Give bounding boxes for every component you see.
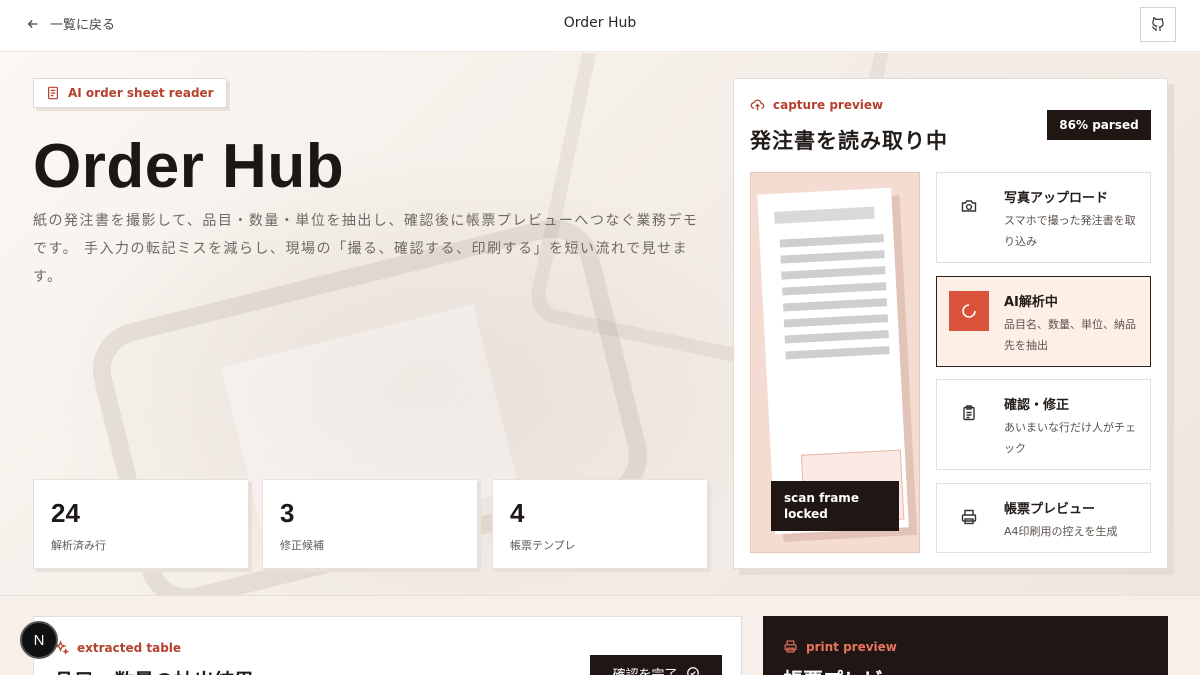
print-title: 帳票プレビュー [783, 664, 923, 675]
step-title: AI解析中 [1004, 295, 1058, 310]
hero-pill-label: AI order sheet reader [33, 78, 227, 108]
stat-label: 解析済み行 [51, 539, 106, 552]
step-form-preview[interactable]: 帳票プレビュー A4印刷用の控えを生成 [936, 483, 1151, 553]
step-description: スマホで撮った発注書を取り込み [1004, 214, 1136, 248]
check-circle-icon [686, 667, 699, 675]
capture-preview-card: capture preview 発注書を読み取り中 86% parsed sca… [733, 78, 1168, 569]
results-section: extracted table 品目・数量の抽出結果 確認を完了 print p… [0, 595, 1200, 675]
extracted-table-card: extracted table 品目・数量の抽出結果 確認を完了 [33, 616, 742, 675]
clipboard-icon [951, 395, 987, 431]
print-eyebrow: print preview [783, 639, 897, 654]
step-title: 写真アップロード [1004, 191, 1109, 206]
parse-progress-badge: 86% parsed [1047, 110, 1151, 140]
complete-review-label: 確認を完了 [612, 667, 678, 675]
spinner-icon [949, 291, 989, 331]
dev-tools-badge[interactable]: N [20, 621, 58, 659]
stat-value: 3 [280, 498, 295, 528]
sheet-header-line [774, 206, 875, 224]
top-bar: 一覧に戻る Order Hub [0, 0, 1200, 52]
capture-title: 発注書を読み取り中 [750, 129, 948, 153]
pill-text: AI order sheet reader [68, 86, 214, 100]
printer-icon [784, 640, 797, 653]
print-preview-card: print preview 帳票プレビュー [763, 616, 1168, 675]
stat-card-fix-candidates: 3 修正候補 [262, 479, 478, 569]
sheet-line [783, 314, 889, 328]
table-eyebrow-text: extracted table [77, 640, 182, 655]
sheet-line [781, 266, 886, 280]
cloud-upload-icon [750, 99, 765, 111]
app-title: Order Hub [563, 15, 637, 31]
step-description: あいまいな行だけ人がチェック [1004, 421, 1136, 455]
document-icon [48, 86, 58, 100]
step-review-fix[interactable]: 確認・修正 あいまいな行だけ人がチェック [936, 379, 1151, 470]
step-title: 帳票プレビュー [1004, 502, 1096, 517]
step-photo-upload[interactable]: 写真アップロード スマホで撮った発注書を取り込み [936, 172, 1151, 263]
step-description: 品目名、数量、単位、納品先を抽出 [1004, 318, 1136, 352]
scan-preview: scan frame locked [750, 172, 920, 553]
table-eyebrow: extracted table [54, 640, 181, 655]
scan-frame-label: scan frame locked [771, 481, 899, 531]
step-title: 確認・修正 [1004, 398, 1070, 413]
table-title: 品目・数量の抽出結果 [54, 665, 254, 675]
camera-icon [951, 188, 987, 224]
sheet-line [784, 330, 889, 344]
hero-title: Order Hub [33, 132, 345, 201]
hero-description: 紙の発注書を撮影して、品目・数量・単位を抽出し、確認後に帳票プレビューへつなぐ業… [33, 213, 699, 285]
github-icon [1152, 16, 1164, 31]
stat-value: 4 [510, 498, 525, 528]
stat-value: 24 [51, 498, 80, 528]
printer-icon [951, 499, 987, 535]
step-description: A4印刷用の控えを生成 [1004, 525, 1118, 538]
sheet-line [782, 298, 888, 312]
sheet-line [785, 346, 890, 360]
capture-eyebrow: capture preview [750, 97, 883, 112]
capture-eyebrow-text: capture preview [773, 97, 884, 112]
stat-card-templates: 4 帳票テンプレ [492, 479, 708, 569]
print-eyebrow-text: print preview [806, 639, 897, 654]
complete-review-button[interactable]: 確認を完了 [590, 655, 722, 675]
stat-label: 帳票テンプレ [510, 539, 576, 552]
hero-section: AI order sheet reader Order Hub 紙の発注書を撮影… [0, 53, 1200, 595]
sheet-line [782, 282, 887, 296]
step-ai-analysis[interactable]: AI解析中 品目名、数量、単位、納品先を抽出 [936, 276, 1151, 367]
stat-card-parsed-rows: 24 解析済み行 [33, 479, 249, 569]
sheet-line [780, 250, 885, 264]
stat-label: 修正候補 [280, 539, 324, 552]
sheet-line [779, 234, 884, 248]
github-button[interactable] [1140, 7, 1176, 42]
